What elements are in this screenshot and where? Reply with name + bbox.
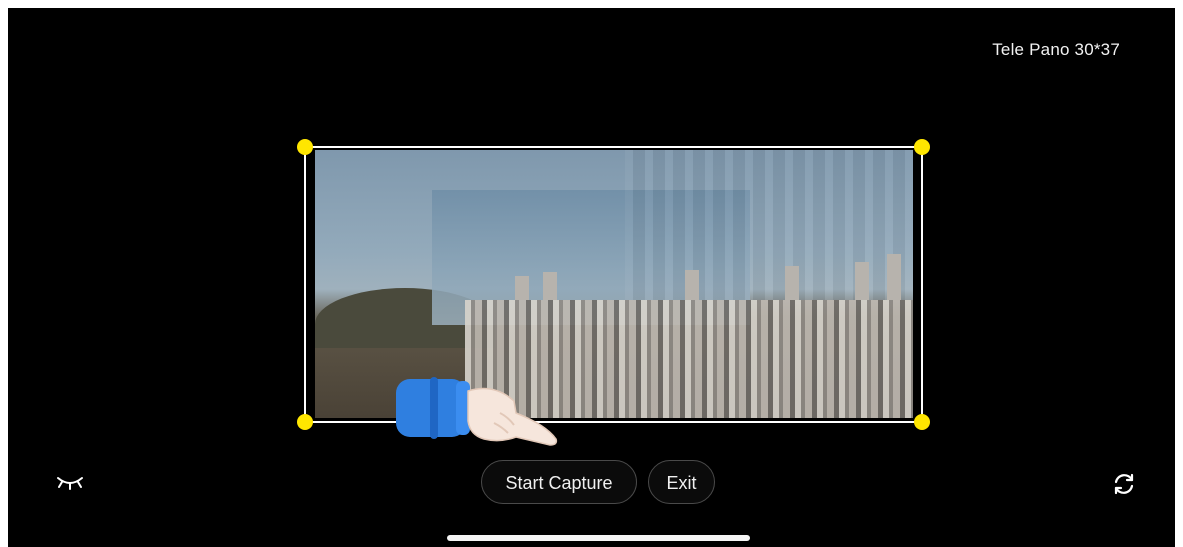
preview-tower	[515, 276, 529, 300]
preview-tower	[785, 266, 799, 300]
exit-button[interactable]: Exit	[648, 460, 715, 504]
closed-eye-icon[interactable]	[56, 474, 84, 492]
preview-stitch-strips	[625, 150, 913, 300]
corner-handle-top-right[interactable]	[914, 139, 930, 155]
corner-handle-top-left[interactable]	[297, 139, 313, 155]
start-capture-button[interactable]: Start Capture	[481, 460, 637, 504]
preview-tower	[855, 262, 869, 300]
preview-tower	[543, 272, 557, 300]
preview-tower	[685, 270, 699, 300]
corner-handle-bottom-right[interactable]	[914, 414, 930, 430]
mode-label: Tele Pano 30*37	[992, 40, 1120, 59]
corner-handle-bottom-left[interactable]	[297, 414, 313, 430]
preview-tower	[887, 254, 901, 300]
home-indicator[interactable]	[447, 535, 750, 541]
camera-screen: Tele Pano 30*37 Start Capture Exit	[8, 8, 1175, 547]
rotate-camera-icon[interactable]	[1111, 471, 1137, 497]
pointing-hand-icon	[396, 377, 558, 446]
